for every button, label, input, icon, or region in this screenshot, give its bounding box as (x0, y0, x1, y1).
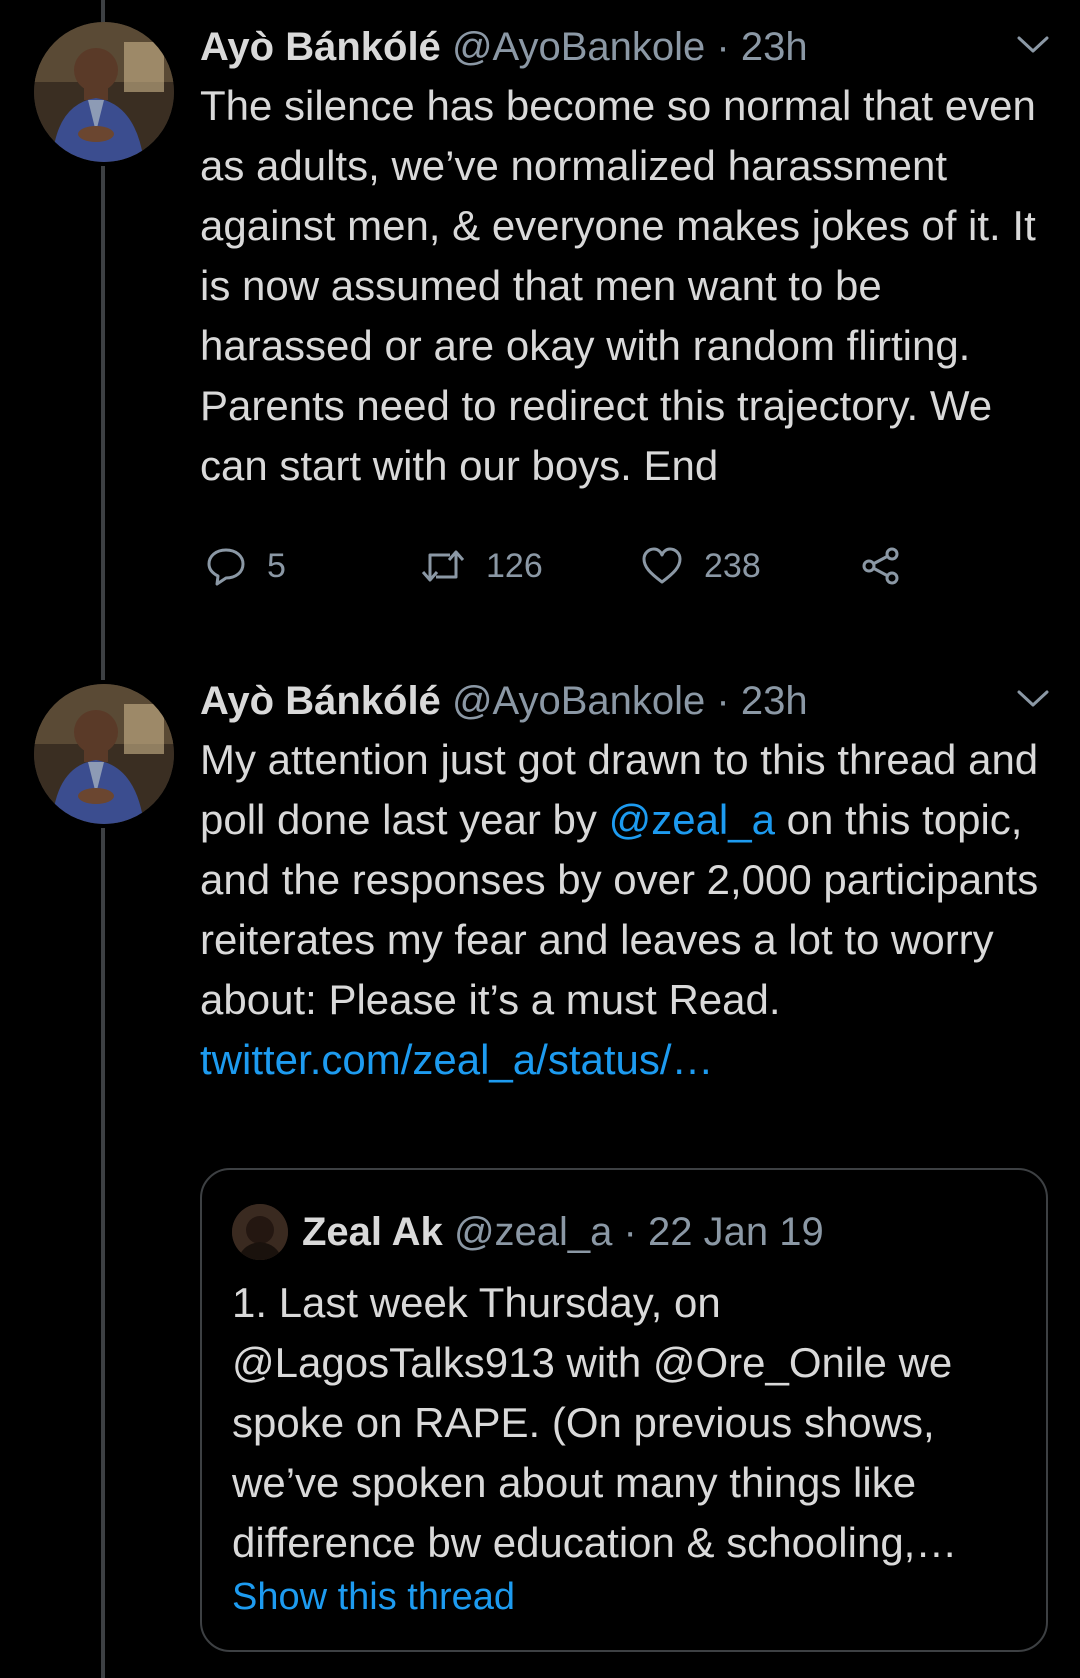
timestamp[interactable]: 23h (741, 679, 808, 723)
profile-photo-icon (34, 684, 174, 824)
profile-photo-icon (34, 22, 174, 162)
timestamp[interactable]: 23h (741, 25, 808, 69)
action-bar: 5 126 238 (200, 536, 1050, 596)
separator-dot: · (716, 679, 730, 723)
tweet-1[interactable]: Ayò Bánkólé @AyoBankole · 23h The silenc… (0, 0, 1080, 660)
reply-icon (207, 548, 245, 586)
handle[interactable]: @AyoBankole (452, 25, 705, 69)
quoted-date: 22 Jan 19 (648, 1209, 824, 1254)
share-button[interactable] (860, 536, 922, 596)
quoted-handle: @zeal_a (453, 1209, 613, 1254)
quoted-tweet-header: Zeal Ak @zeal_a · 22 Jan 19 (232, 1204, 824, 1260)
quoted-avatar (232, 1204, 288, 1260)
reply-count: 5 (267, 546, 286, 585)
avatar[interactable] (34, 684, 174, 824)
share-icon (862, 547, 899, 585)
retweet-button[interactable]: 126 (420, 536, 543, 596)
like-count: 238 (704, 546, 761, 585)
tweet-header: Ayò Bánkólé @AyoBankole · 23h (200, 676, 1050, 726)
retweet-count: 126 (486, 546, 543, 585)
quoted-tweet-text: 1. Last week Thursday, on @LagosTalks913… (232, 1279, 958, 1566)
tweet-header: Ayò Bánkólé @AyoBankole · 23h (200, 22, 1050, 72)
tweet-text: The silence has become so normal that ev… (200, 82, 1036, 489)
tweet-text: My attention just got drawn to this thre… (200, 730, 1050, 1030)
handle[interactable]: @AyoBankole (452, 679, 705, 723)
retweet-icon (421, 550, 465, 582)
profile-photo-icon (232, 1204, 288, 1260)
quoted-tweet-card[interactable]: Zeal Ak @zeal_a · 22 Jan 19 1. Last week… (200, 1168, 1048, 1652)
quoted-display-name: Zeal Ak (302, 1209, 443, 1254)
chevron-down-icon[interactable] (1016, 34, 1050, 56)
like-button[interactable]: 238 (640, 536, 761, 596)
url-link[interactable]: twitter.com/zeal_a/status/… (200, 1030, 1050, 1090)
heart-icon (642, 547, 682, 584)
chevron-down-icon[interactable] (1016, 688, 1050, 710)
show-thread-link[interactable]: Show this thread (232, 1572, 515, 1622)
separator-dot: · (623, 1209, 637, 1254)
mention-link[interactable]: @zeal_a (609, 796, 775, 843)
separator-dot: · (716, 25, 730, 69)
avatar[interactable] (34, 22, 174, 162)
reply-button[interactable]: 5 (205, 536, 286, 596)
display-name[interactable]: Ayò Bánkólé (200, 679, 441, 723)
display-name[interactable]: Ayò Bánkólé (200, 25, 441, 69)
